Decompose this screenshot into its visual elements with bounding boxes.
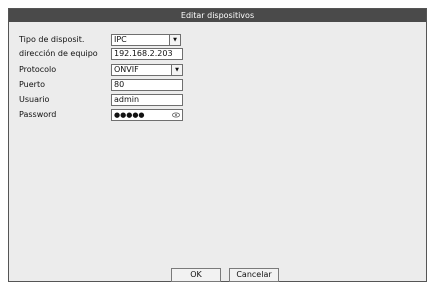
cancel-button[interactable]: Cancelar xyxy=(229,268,279,282)
chevron-down-icon[interactable]: ▼ xyxy=(171,65,182,75)
chevron-down-icon[interactable]: ▼ xyxy=(169,35,180,45)
ok-button[interactable]: OK xyxy=(171,268,221,282)
device-type-value: IPC xyxy=(114,35,127,44)
device-type-label: Tipo de disposit. xyxy=(19,35,85,44)
address-label: dirección de equipo xyxy=(19,49,98,58)
password-input[interactable]: ●●●●● xyxy=(111,109,183,121)
protocol-label: Protocolo xyxy=(19,65,57,74)
protocol-value: ONVIF xyxy=(114,65,139,74)
password-label: Password xyxy=(19,110,57,119)
user-label: Usuario xyxy=(19,95,50,104)
user-input[interactable]: admin xyxy=(111,94,183,106)
protocol-select[interactable]: ONVIF ▼ xyxy=(111,64,183,76)
edit-device-dialog: Editar dispositivos Tipo de disposit. IP… xyxy=(8,8,427,282)
dialog-title: Editar dispositivos xyxy=(9,9,426,22)
address-input[interactable]: 192.168.2.203 xyxy=(111,48,183,60)
device-type-select[interactable]: IPC ▼ xyxy=(111,34,181,46)
password-value: ●●●●● xyxy=(114,111,145,119)
port-label: Puerto xyxy=(19,80,45,89)
port-input[interactable]: 80 xyxy=(111,79,183,91)
eye-icon[interactable] xyxy=(172,111,180,119)
